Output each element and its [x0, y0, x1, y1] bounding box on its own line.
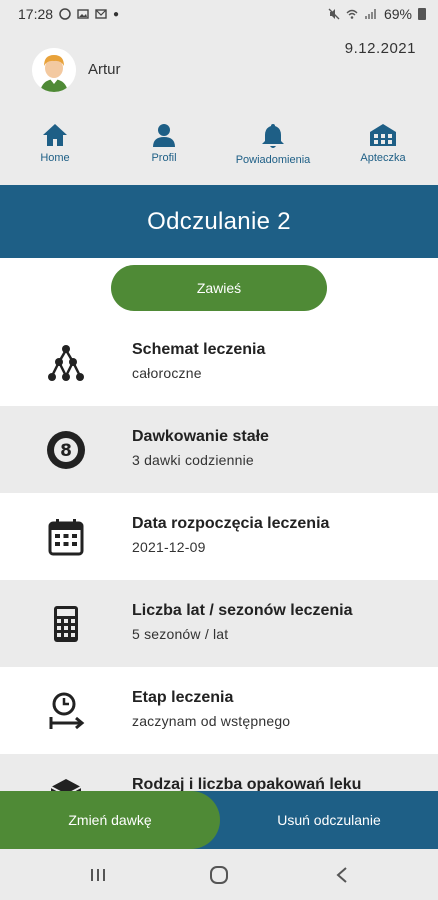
nav-pharmacy-label: Apteczka [360, 152, 406, 164]
home-icon [43, 124, 67, 146]
person-icon [153, 124, 175, 147]
battery-icon [418, 8, 426, 20]
list-item: Data rozpoczęcia leczenia 2021-12-09 [0, 493, 438, 580]
status-left: 17:28 ● [18, 6, 119, 22]
pharmacy-icon [370, 124, 396, 146]
change-dose-button[interactable]: Zmień dawkę [0, 791, 220, 849]
back-button[interactable] [330, 863, 354, 887]
svg-text:8: 8 [60, 441, 72, 461]
calendar-icon [48, 518, 84, 555]
row-value: 2021-12-09 [132, 539, 206, 555]
delete-desensitization-button[interactable]: Usuń odczulanie [220, 791, 438, 849]
status-right: 69% [328, 6, 426, 22]
row-value: 3 dawki codziennie [132, 452, 254, 468]
row-value: 5 sezonów / lat [132, 626, 229, 642]
avatar[interactable] [32, 48, 76, 92]
nav-notifications[interactable]: Powiadomienia [223, 123, 323, 166]
list-item: 8 Dawkowanie stałe 3 dawki codziennie [0, 406, 438, 493]
suspend-button[interactable]: Zawieś [111, 265, 327, 311]
recent-apps-icon [91, 869, 105, 881]
calculator-icon [54, 605, 78, 642]
nav-home-label: Home [40, 152, 70, 164]
nav-notifications-label: Powiadomienia [235, 154, 311, 166]
list-item: Schemat leczenia całoroczne [0, 319, 438, 406]
row-title: Data rozpoczęcia leczenia [132, 515, 330, 532]
details-list: Schemat leczenia całoroczne 8 Dawkowanie… [0, 319, 438, 841]
clock-arrow-icon [49, 692, 85, 729]
row-title: Liczba lat / sezonów leczenia [132, 602, 353, 619]
bottom-action-bar: Zmień dawkę Usuń odczulanie [0, 791, 438, 849]
page-title: Odczulanie 2 [147, 207, 291, 235]
status-time: 17:28 [18, 6, 54, 22]
signal-icon [364, 9, 376, 19]
status-bar: 17:28 ● 69% [0, 0, 438, 28]
back-chevron-icon [336, 867, 347, 883]
nav-profile[interactable]: Profil [114, 123, 214, 164]
nav-home[interactable]: Home [5, 123, 105, 164]
main-nav: Home Profil Powiadomienia Apteczka [0, 123, 438, 178]
number-eight-icon: 8 [47, 430, 85, 469]
nav-profile-label: Profil [151, 152, 177, 164]
row-value: całoroczne [132, 365, 202, 381]
image-icon [77, 9, 89, 19]
notification-icon [59, 8, 71, 20]
home-system-button[interactable] [207, 863, 231, 887]
title-bar: Odczulanie 2 [0, 185, 438, 258]
dot-icon: ● [113, 8, 120, 20]
system-navigation-bar [0, 849, 438, 900]
list-item: Liczba lat / sezonów leczenia 5 sezonów … [0, 580, 438, 667]
row-title: Schemat leczenia [132, 341, 266, 358]
current-date: 9.12.2021 [344, 40, 416, 57]
user-name: Artur [88, 61, 121, 78]
battery-percent: 69% [383, 6, 412, 22]
recent-apps-button[interactable] [86, 863, 110, 887]
avatar-image [32, 48, 76, 92]
list-item: Etap leczenia zaczynam od wstępnego [0, 667, 438, 754]
network-icon [48, 344, 84, 381]
bell-icon [262, 124, 284, 148]
row-title: Etap leczenia [132, 689, 234, 706]
row-title: Dawkowanie stałe [132, 428, 269, 445]
row-value: zaczynam od wstępnego [132, 713, 291, 729]
header: Artur 9.12.2021 Home Profil Powiadomieni… [0, 28, 438, 185]
nav-pharmacy[interactable]: Apteczka [333, 123, 433, 164]
mail-icon [95, 9, 107, 19]
wifi-icon [346, 9, 358, 19]
home-circle-icon [210, 866, 228, 884]
mute-icon [328, 8, 340, 20]
